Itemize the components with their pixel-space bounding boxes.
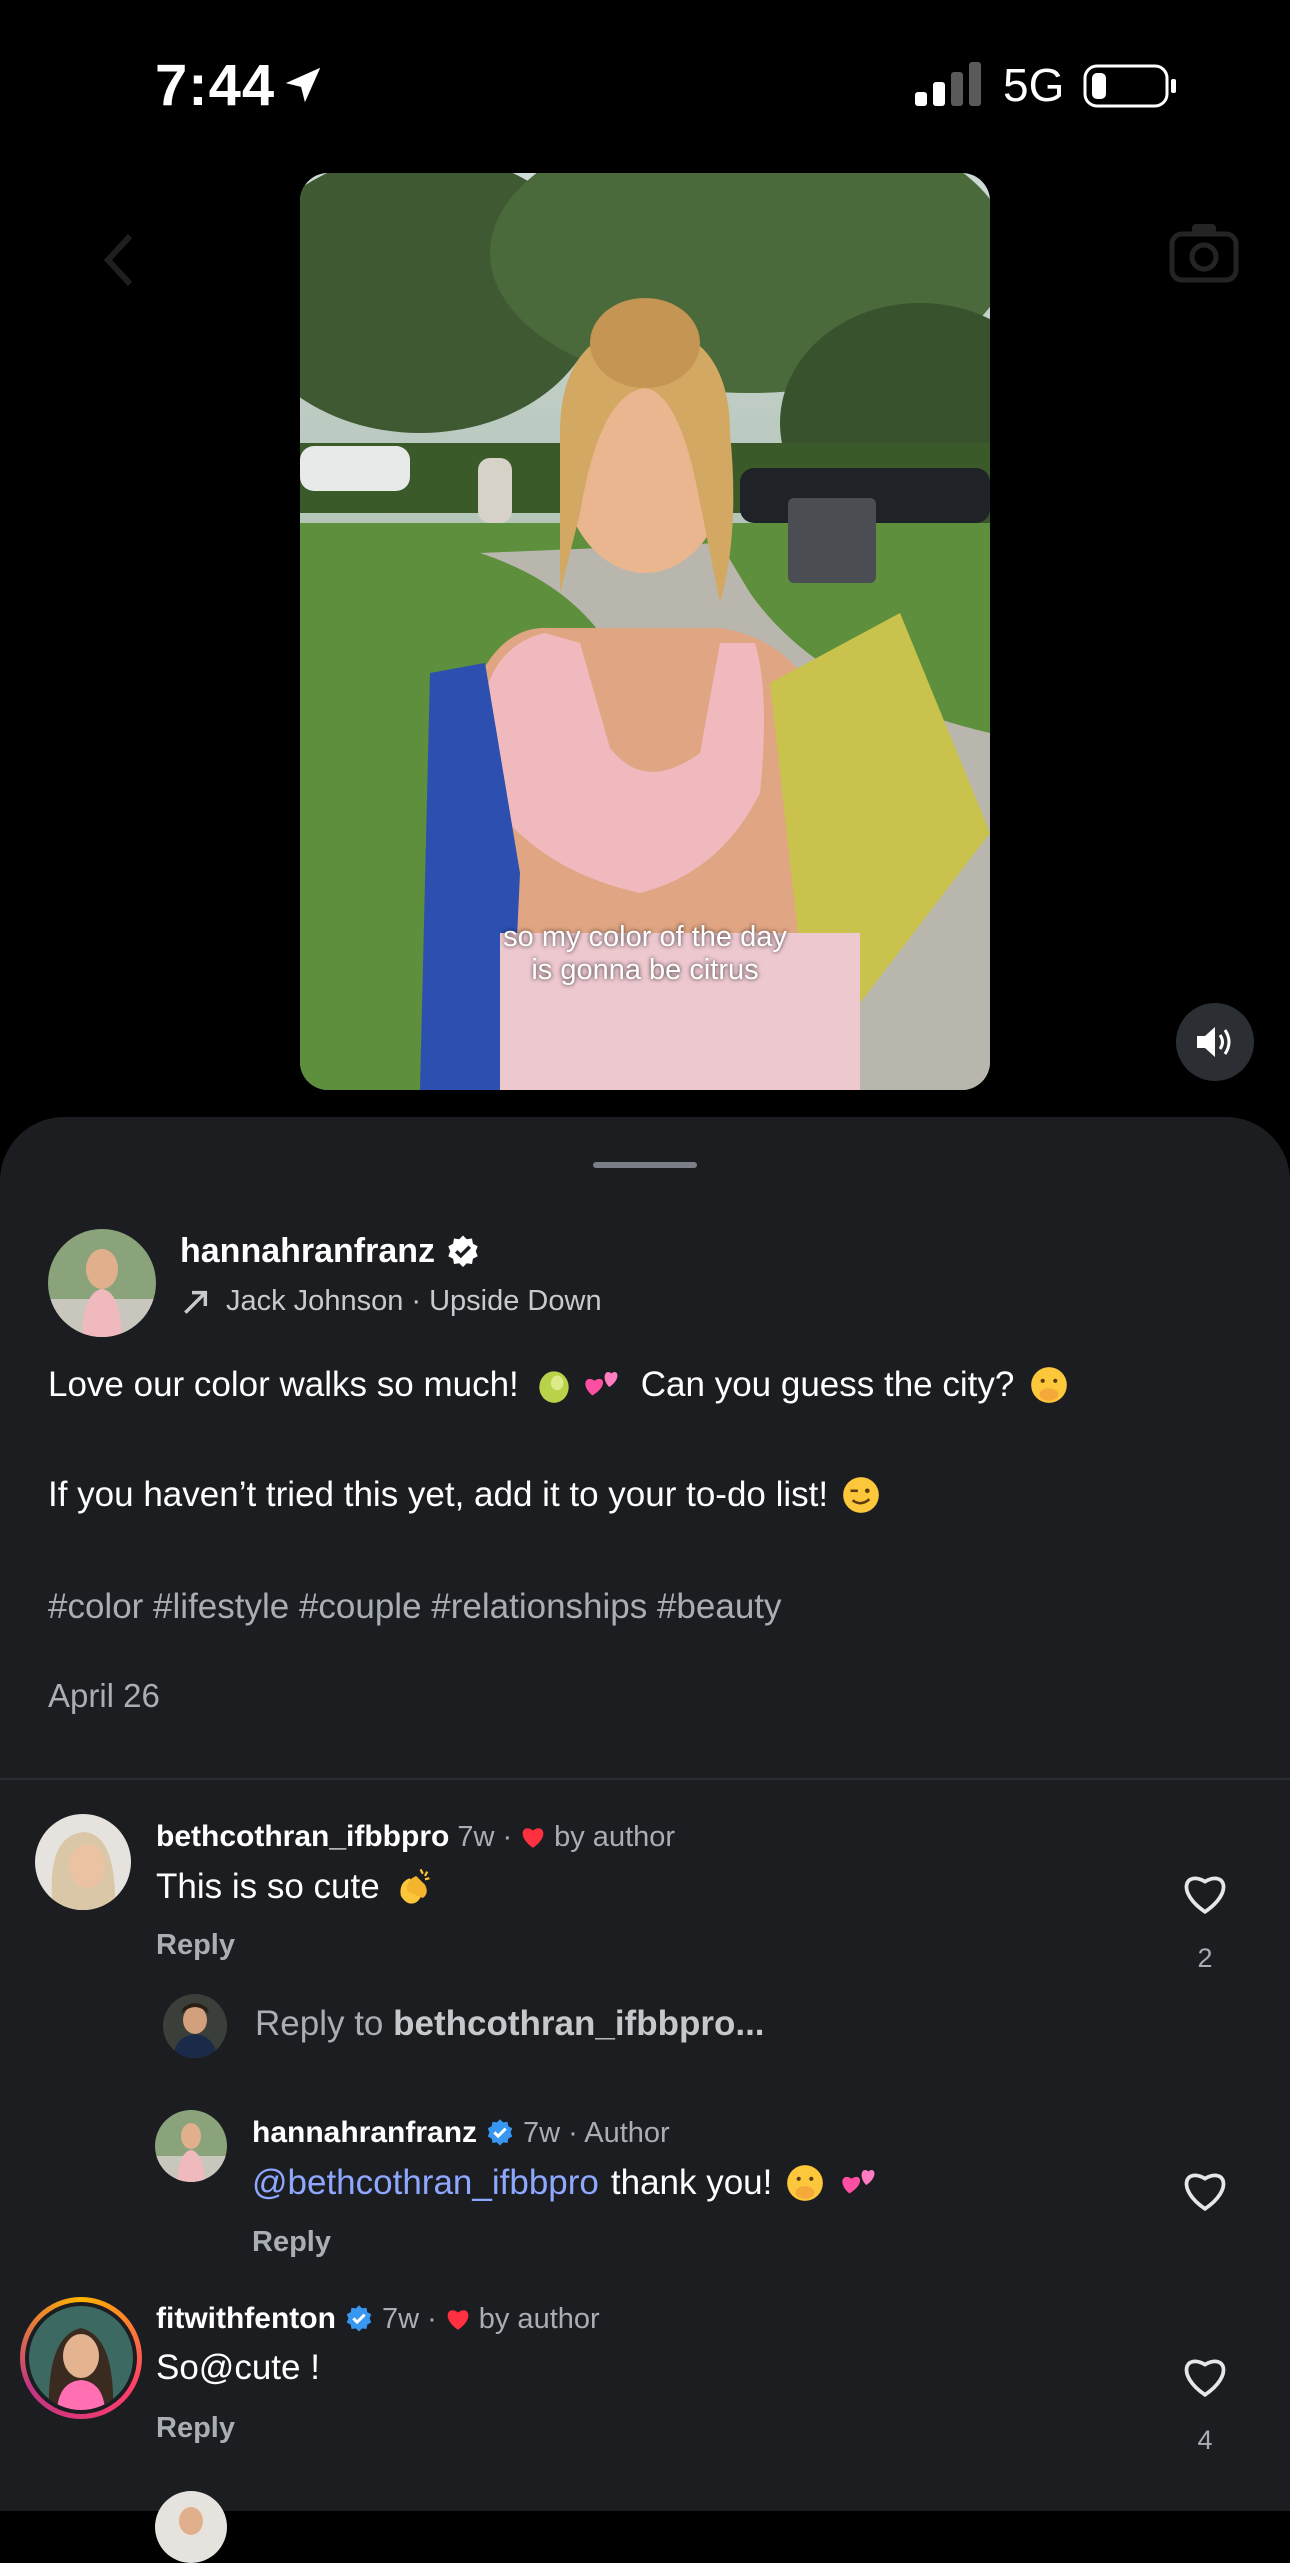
avatar xyxy=(29,2306,133,2410)
music-arrow-icon xyxy=(184,1290,208,1314)
reel-video[interactable]: so my color of the day is gonna be citru… xyxy=(300,173,990,1090)
comment-meta: bethcothran_ifbbpro 7w · by author xyxy=(156,1820,675,1854)
reply-target: bethcothran_ifbbpro... xyxy=(393,2004,765,2043)
reply-input[interactable]: Reply to bethcothran_ifbbpro... xyxy=(255,2004,765,2044)
verified-badge-icon xyxy=(346,2305,372,2332)
battery-icon xyxy=(1083,64,1176,108)
post-caption-line: If you haven’t tried this yet, add it to… xyxy=(48,1474,882,1516)
camera-icon[interactable] xyxy=(1168,220,1240,284)
avatar[interactable] xyxy=(155,2491,227,2563)
caption-text: Can you guess the city? xyxy=(640,1365,1015,1404)
heart-icon[interactable] xyxy=(1180,1869,1230,1915)
comment-text: @bethcothran_ifbbpro thank you! xyxy=(252,2162,882,2204)
liked-by-author-label: by author xyxy=(478,2302,600,2335)
comment-username[interactable]: bethcothran_ifbbpro xyxy=(156,1820,449,1854)
comment-reply-button[interactable]: Reply xyxy=(252,2226,331,2259)
comment-time: 7w · xyxy=(381,2302,437,2335)
heart-icon[interactable] xyxy=(1180,2166,1230,2212)
comment-time: 7w · Author xyxy=(523,2116,670,2149)
verified-badge-icon xyxy=(487,2119,513,2146)
comment-meta: hannahranfranz 7w · Author xyxy=(252,2116,670,2150)
lime-emoji-icon xyxy=(539,1371,569,1403)
post-date: April 26 xyxy=(48,1677,160,1714)
caption-line: is gonna be citrus xyxy=(531,954,759,986)
caption-text: If you haven’t tried this yet, add it to… xyxy=(48,1475,829,1514)
back-chevron-icon[interactable] xyxy=(100,230,140,290)
music-label: Jack Johnson · Upside Down xyxy=(226,1285,602,1317)
comment-meta: fitwithfenton 7w · by author xyxy=(156,2302,600,2336)
caption-line: so my color of the day xyxy=(503,921,787,953)
caption-text: Love our color walks so much! xyxy=(48,1365,519,1404)
comment-text: This is so cute xyxy=(156,1865,436,1909)
post-hashtags[interactable]: #color #lifestyle #couple #relationships… xyxy=(48,1587,782,1627)
post-username[interactable]: hannahranfranz xyxy=(180,1232,435,1271)
heart-icon[interactable] xyxy=(1180,2352,1230,2398)
location-arrow-icon xyxy=(285,67,321,103)
speaker-icon xyxy=(1197,1027,1231,1057)
comment-reply-button[interactable]: Reply xyxy=(156,2412,235,2445)
sound-toggle-button[interactable] xyxy=(1176,1003,1254,1081)
cellular-signal-icon xyxy=(915,62,981,106)
liked-by-author-label: by author xyxy=(554,1820,676,1853)
network-type: 5G xyxy=(1003,59,1065,111)
comment-body: So@cute ! xyxy=(156,2348,320,2387)
status-time: 7:44 xyxy=(155,53,276,118)
clapping-hands-emoji-icon xyxy=(400,1868,430,1904)
status-bar: 7:44 5G xyxy=(0,0,1290,170)
comment-text: So@cute ! xyxy=(156,2348,320,2388)
sheet-grabber[interactable] xyxy=(593,1162,697,1168)
avatar[interactable] xyxy=(155,2110,227,2182)
reply-prefix: Reply to xyxy=(255,2004,384,2043)
avatar-ring-inner xyxy=(25,2302,137,2414)
hand-over-mouth-emoji-icon xyxy=(1031,1367,1068,1403)
verified-badge-icon xyxy=(448,1235,478,1267)
like-count: 2 xyxy=(1197,1943,1213,1973)
post-caption-line: Love our color walks so much! Can you gu… xyxy=(48,1364,1070,1406)
post-author[interactable]: hannahranfranz xyxy=(180,1232,481,1271)
comment-username[interactable]: hannahranfranz xyxy=(252,2116,477,2150)
comment-body: thank you! xyxy=(610,2163,773,2202)
winking-face-emoji-icon xyxy=(843,1477,879,1513)
hand-over-mouth-emoji-icon xyxy=(787,2165,824,2201)
divider xyxy=(0,1778,1290,1780)
like-count: 4 xyxy=(1197,2425,1213,2455)
comment-username[interactable]: fitwithfenton xyxy=(156,2302,336,2336)
avatar xyxy=(163,1994,227,2058)
two-hearts-emoji-icon xyxy=(842,2170,875,2194)
comment-time: 7w · xyxy=(457,1820,513,1853)
avatar[interactable] xyxy=(48,1229,156,1337)
two-hearts-emoji-icon xyxy=(585,1372,618,1396)
comment-body: This is so cute xyxy=(156,1867,380,1906)
avatar[interactable] xyxy=(35,1814,131,1910)
avatar-story-ring[interactable] xyxy=(20,2297,142,2419)
heart-icon xyxy=(522,1828,544,1848)
comments-sheet: hannahranfranz Jack Johnson · Upside Dow… xyxy=(0,1117,1290,2563)
video-caption: so my color of the day is gonna be citru… xyxy=(300,921,990,987)
heart-icon xyxy=(447,2310,469,2330)
music-row[interactable]: Jack Johnson · Upside Down xyxy=(180,1285,602,1318)
comment-mention[interactable]: @bethcothran_ifbbpro xyxy=(252,2163,599,2203)
comment-reply-button[interactable]: Reply xyxy=(156,1929,235,1962)
